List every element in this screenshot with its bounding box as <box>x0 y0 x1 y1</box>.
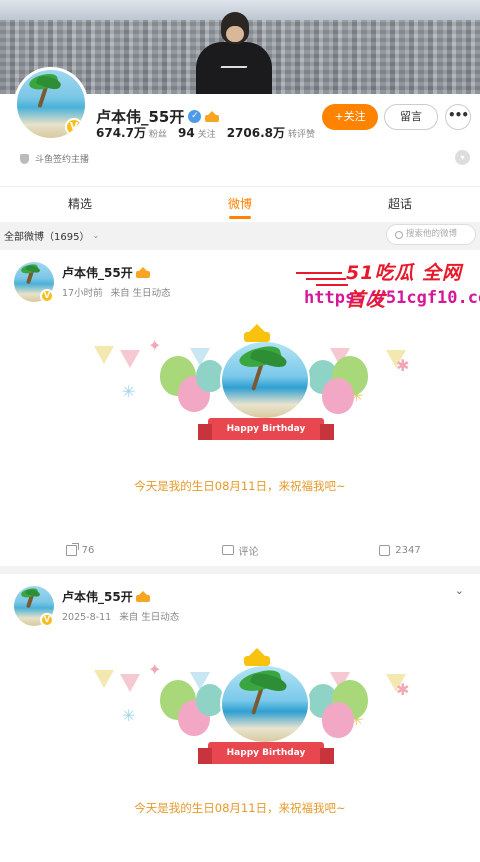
search-icon <box>395 230 403 239</box>
post-source: 来自 生日动态 <box>119 612 180 623</box>
tab-featured[interactable]: 精选 <box>0 187 160 222</box>
tab-super-topic[interactable]: 超话 <box>320 187 480 222</box>
profile-card: V 卢本伟_55开 ✓ 674.7万 粉丝 94 关注 2706.8万 转评赞 … <box>0 67 480 186</box>
profile-tabs: 精选 微博 超话 <box>0 186 480 222</box>
crown-icon <box>244 324 270 342</box>
post-time: 17小时前 <box>62 288 103 299</box>
palm-beach-image <box>220 664 310 744</box>
crown-icon <box>135 591 150 602</box>
like-button[interactable]: 2347 <box>320 540 480 560</box>
followers-label: 粉丝 <box>148 130 167 140</box>
post-text: 今天是我的生日08月11日，来祝福我吧~ <box>134 801 346 815</box>
weibo-profile-page: V 卢本伟_55开 ✓ 674.7万 粉丝 94 关注 2706.8万 转评赞 … <box>0 0 480 862</box>
birthday-card-image: ✳ ✦ ✱ ✳ Happy Birthday <box>60 644 420 774</box>
expand-chevron-icon[interactable]: ▾ <box>455 150 470 165</box>
birthday-card-image: ✳ ✦ ✱ ✳ Happy Birthday <box>60 320 420 450</box>
message-button[interactable]: 留言 <box>384 104 438 130</box>
verified-badge-icon: V <box>40 613 54 627</box>
watermark-url: https://51cgf10.com <box>304 288 480 308</box>
all-posts-dropdown[interactable]: 全部微博（1695） ⌄ <box>4 228 99 243</box>
chevron-down-icon[interactable]: ⌄ <box>455 584 464 597</box>
shield-icon <box>20 153 29 164</box>
repost-count: 76 <box>81 544 95 556</box>
profile-stats: 674.7万 粉丝 94 关注 2706.8万 转评赞 <box>96 124 323 141</box>
comment-button[interactable]: 评论 <box>160 540 320 560</box>
happy-birthday-ribbon: Happy Birthday <box>198 418 334 440</box>
avatar[interactable]: V <box>14 67 88 141</box>
post-author[interactable]: 卢本伟_55开 <box>62 588 133 605</box>
thumbs-up-icon <box>379 544 391 556</box>
crown-icon <box>135 267 150 278</box>
all-posts-label: 全部微博（1695） <box>4 232 90 243</box>
verified-badge-icon: V <box>65 118 83 136</box>
reposts-label: 转评赞 <box>288 130 316 140</box>
comment-label: 评论 <box>238 546 259 558</box>
post-card: V 卢本伟_55开 2025-8-11 来自 生日动态 ⌄ ✳ ✦ ✱ ✳ Ha… <box>0 574 480 862</box>
more-options-button[interactable]: ••• <box>445 104 471 130</box>
watermark-decoration <box>296 270 350 286</box>
post-text: 今天是我的生日08月11日，来祝福我吧~ <box>134 479 346 493</box>
post-meta: 17小时前 来自 生日动态 <box>62 285 171 299</box>
verified-badge-icon: V <box>40 289 54 303</box>
verification-text: 斗鱼签约主播 <box>35 155 90 165</box>
comment-icon <box>221 545 234 555</box>
following-label: 关注 <box>197 130 216 140</box>
filter-bar: 全部微博（1695） ⌄ 搜索他的微博 <box>0 222 480 248</box>
repost-button[interactable]: 76 <box>0 540 160 560</box>
crown-icon <box>244 648 270 666</box>
post-source: 来自 生日动态 <box>110 288 171 299</box>
chevron-down-icon: ⌄ <box>92 231 100 240</box>
reposts-count: 2706.8万 <box>226 126 286 140</box>
like-count: 2347 <box>395 544 421 556</box>
post-actions: 76 评论 2347 <box>0 540 480 560</box>
cover-person <box>196 8 272 94</box>
verified-blue-icon: ✓ <box>188 110 202 123</box>
palm-beach-image <box>220 340 310 420</box>
following-count[interactable]: 94 <box>178 126 195 140</box>
post-time: 2025-8-11 <box>62 612 112 623</box>
share-icon <box>65 542 79 556</box>
happy-birthday-ribbon: Happy Birthday <box>198 742 334 764</box>
post-meta: 2025-8-11 来自 生日动态 <box>62 609 179 623</box>
verification-tag: 斗鱼签约主播 <box>20 152 89 165</box>
search-placeholder: 搜索他的微博 <box>406 229 458 239</box>
post-search-input[interactable]: 搜索他的微博 <box>386 224 476 245</box>
followers-count[interactable]: 674.7万 <box>96 124 146 141</box>
crown-icon <box>205 111 220 122</box>
tab-weibo[interactable]: 微博 <box>160 187 320 222</box>
post-author[interactable]: 卢本伟_55开 <box>62 264 133 281</box>
follow-button[interactable]: +关注 <box>322 104 378 130</box>
